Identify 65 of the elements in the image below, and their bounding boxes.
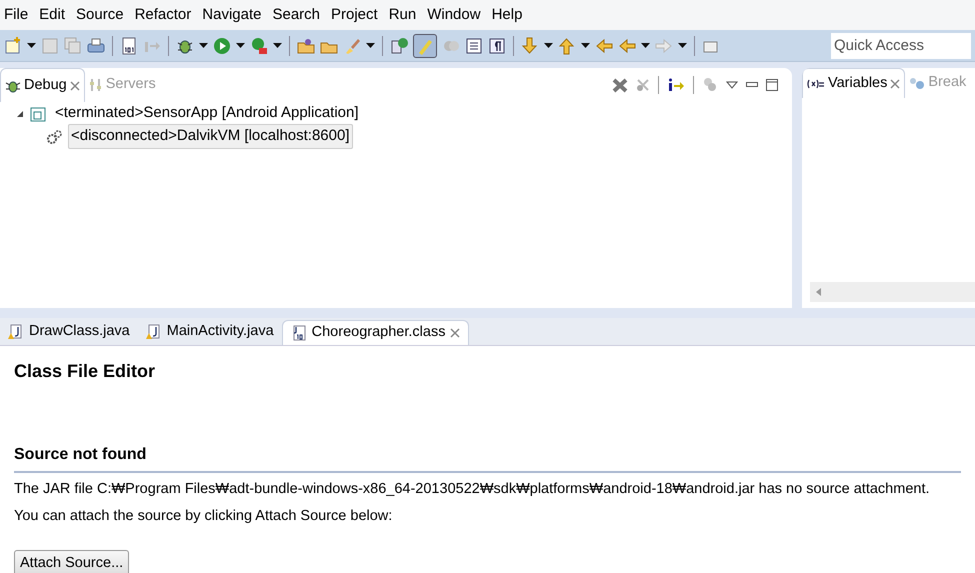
up-arrow-icon[interactable]: [558, 36, 576, 54]
type-hierarchy-icon[interactable]: [390, 36, 408, 54]
remove-terminated-icon[interactable]: [612, 77, 628, 93]
dropdown-caret-icon[interactable]: [544, 43, 553, 48]
brush-icon[interactable]: [343, 36, 361, 54]
list-icon[interactable]: [465, 36, 483, 54]
dropdown-caret-icon[interactable]: [678, 43, 687, 48]
close-icon[interactable]: [70, 80, 80, 90]
run-icon[interactable]: [213, 36, 231, 54]
paragraph-icon[interactable]: [488, 36, 506, 54]
dropdown-caret-icon[interactable]: [27, 43, 36, 48]
back-arrow-icon[interactable]: [618, 36, 636, 54]
info-arrow-icon[interactable]: [667, 78, 685, 92]
scroll-left-icon[interactable]: [816, 288, 822, 296]
binary-file-icon[interactable]: [120, 36, 138, 54]
down-arrow-icon[interactable]: [521, 36, 539, 54]
attach-source-button[interactable]: Attach Source...: [14, 550, 130, 573]
menu-item[interactable]: File: [4, 4, 28, 26]
menu-item[interactable]: Edit: [39, 4, 66, 26]
hint-text: You can attach the source by clicking Attach Source below:: [14, 506, 394, 526]
horizontal-scrollbar[interactable]: [810, 282, 975, 302]
menu-item[interactable]: Navigate: [202, 4, 262, 26]
run-external-icon[interactable]: [250, 36, 268, 54]
dropdown-caret-icon[interactable]: [273, 43, 282, 48]
dropdown-caret-icon[interactable]: [366, 43, 375, 48]
menu-item[interactable]: Source: [76, 4, 124, 26]
tree-item[interactable]: <terminated>SensorApp [Android Application]: [52, 101, 362, 126]
minimize-icon[interactable]: [746, 82, 758, 88]
editor-tab[interactable]: DrawClass.java: [0, 318, 138, 345]
menu-item[interactable]: Help: [492, 4, 522, 26]
variables-icon[interactable]: [807, 78, 825, 88]
view-menu-icon[interactable]: [726, 81, 738, 89]
sliders-icon[interactable]: [88, 78, 103, 92]
gears-icon[interactable]: [46, 128, 62, 144]
menu-item[interactable]: Run: [388, 4, 416, 26]
close-icon[interactable]: [450, 328, 460, 338]
application-icon[interactable]: [30, 106, 46, 122]
java-file-icon[interactable]: [8, 324, 24, 340]
dropdown-caret-icon[interactable]: [641, 43, 650, 48]
editor-tab[interactable]: Choreographer.class: [282, 320, 470, 345]
dropdown-caret-icon[interactable]: [581, 43, 590, 48]
expand-toggle-icon[interactable]: [16, 110, 24, 118]
menu-item[interactable]: Project: [331, 4, 378, 26]
open-folder-icon[interactable]: [297, 36, 315, 54]
tree-item[interactable]: <disconnected>DalvikVM [localhost:8600]: [68, 124, 352, 149]
view-tab[interactable]: Variables: [802, 68, 906, 98]
dropdown-caret-icon[interactable]: [199, 43, 208, 48]
new-window-icon[interactable]: [4, 36, 22, 54]
editor-title: Class File Editor: [14, 360, 156, 383]
menu-item[interactable]: Search: [272, 4, 320, 26]
print-icon[interactable]: [87, 36, 105, 54]
menu-item[interactable]: Window: [427, 4, 481, 26]
menu-item[interactable]: Refactor: [134, 4, 192, 26]
maximize-icon[interactable]: [766, 79, 778, 91]
java-file-icon[interactable]: [146, 324, 162, 340]
editor-tab[interactable]: MainActivity.java: [138, 318, 282, 345]
quick-access-field[interactable]: Quick Access: [831, 32, 971, 58]
remove-all-icon[interactable]: [636, 78, 650, 92]
view-tab[interactable]: Debug: [0, 68, 85, 102]
dropdown-caret-icon[interactable]: [236, 43, 245, 48]
section-heading: Source not found: [14, 443, 961, 473]
close-icon[interactable]: [890, 78, 900, 88]
class-file-icon[interactable]: [290, 325, 307, 341]
breakpoint-icon[interactable]: [909, 77, 926, 89]
message-text: The JAR file C:₩Program Files₩adt-bundle-windows-x86_64-20130522₩sdk₩platforms₩android-18₩android.jar has no source attachment.: [14, 480, 931, 499]
